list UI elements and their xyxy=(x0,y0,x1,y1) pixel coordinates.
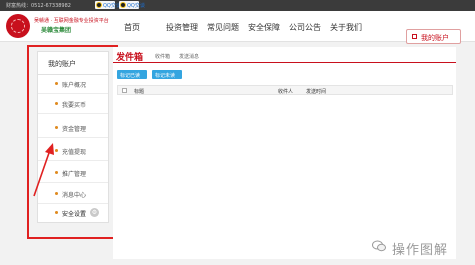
logo-subtitle: 吴赣宝集团 xyxy=(41,27,72,34)
nav-announcements[interactable]: 公司公告 xyxy=(289,22,321,33)
sidebar-item-overview[interactable]: 账户概况 xyxy=(38,74,108,94)
bullet-icon xyxy=(55,102,58,105)
sidebar-item-label: 充值提现 xyxy=(62,149,87,156)
title-divider xyxy=(113,62,456,63)
nav-security[interactable]: 安全保障 xyxy=(248,22,280,33)
mark-unread-label: 标记未读 xyxy=(155,73,176,79)
sidebar-item-label: 我要买币 xyxy=(62,102,87,109)
site-header: 吴赣通 · 互联网金融专业投资平台 吴赣宝集团 首页 投资管理 常见问题 安全保… xyxy=(0,11,475,44)
qq-chat-button[interactable]: QQ交谈 xyxy=(119,1,145,9)
qq-icon xyxy=(120,2,126,8)
table-header: 标题 收件人 发送时间 xyxy=(117,85,453,95)
nav-about[interactable]: 关于我们 xyxy=(330,22,362,33)
hotline-text: 财富热线：0512-67338982 xyxy=(6,3,71,9)
sidebar-item-label: 推广管理 xyxy=(62,171,87,178)
select-all-checkbox[interactable] xyxy=(122,88,127,93)
sidebar-item-funds[interactable]: 资金管理 xyxy=(38,118,108,138)
top-bar: 财富热线：0512-67338982 QQ交谈 QQ交谈 xyxy=(0,0,475,11)
qq-chat-label: QQ交谈 xyxy=(127,3,145,9)
sidebar-item-label: 账户概况 xyxy=(62,82,87,89)
logo-text: 吴赣通 · 互联网金融专业投资平台 xyxy=(34,18,109,24)
sidebar-title-text: 我的账户 xyxy=(48,60,76,68)
annotation-arrow-icon xyxy=(33,143,54,197)
my-account-button[interactable]: 我的账户 xyxy=(406,29,461,44)
sidebar-title: 我的账户 xyxy=(38,52,108,75)
nav-investment[interactable]: 投资管理 xyxy=(166,22,198,33)
account-icon xyxy=(412,34,417,39)
my-account-label: 我的账户 xyxy=(421,34,449,42)
mark-read-button[interactable]: 标记已读 xyxy=(117,70,147,79)
brand-seal-logo[interactable] xyxy=(6,14,30,38)
nav-faq[interactable]: 常见问题 xyxy=(207,22,239,33)
bullet-icon xyxy=(55,82,58,85)
wechat-icon xyxy=(372,240,386,252)
sidebar-item-label: 安全设置 xyxy=(62,211,87,218)
tab-inbox[interactable]: 收件箱 xyxy=(155,53,170,60)
sidebar-item-security-settings[interactable]: 安全设置 ⚙ xyxy=(38,203,108,223)
qq-icon xyxy=(96,2,102,8)
bullet-icon xyxy=(55,126,58,129)
mark-read-label: 标记已读 xyxy=(120,73,141,79)
column-send-time[interactable]: 发送时间 xyxy=(306,88,326,95)
sidebar-item-buy[interactable]: 我要买币 xyxy=(38,94,108,114)
sidebar-item-label: 资金管理 xyxy=(62,126,87,133)
bullet-icon xyxy=(55,211,58,214)
sidebar-item-label: 消息中心 xyxy=(62,192,87,199)
mark-unread-button[interactable]: 标记未读 xyxy=(152,70,182,79)
watermark-text: 操作图解 xyxy=(392,243,449,258)
column-title[interactable]: 标题 xyxy=(134,88,144,95)
settings-gear-icon: ⚙ xyxy=(90,208,99,217)
tab-send-message[interactable]: 发送消息 xyxy=(179,53,199,60)
qq-chat-button[interactable]: QQ交谈 xyxy=(95,1,121,9)
nav-home[interactable]: 首页 xyxy=(124,22,140,33)
column-recipient[interactable]: 收件人 xyxy=(278,88,293,95)
